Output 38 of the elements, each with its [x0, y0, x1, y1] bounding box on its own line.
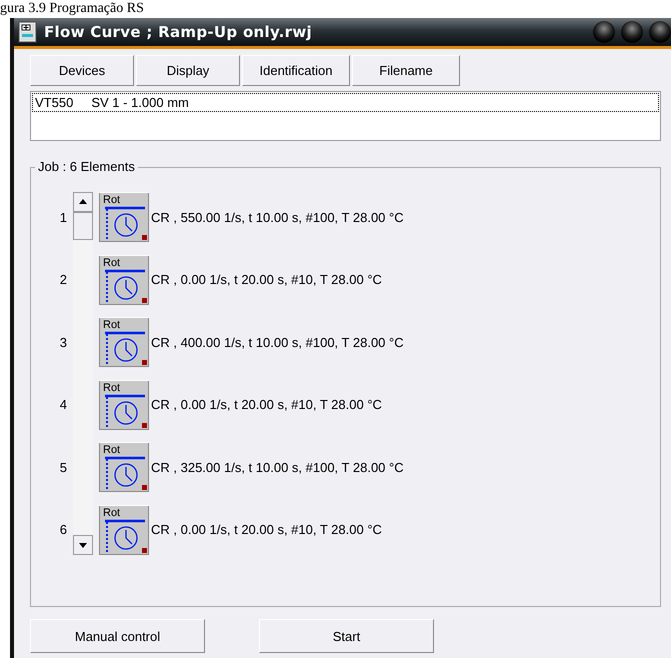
- element-description: CR , 0.00 1/s, t 20.00 s, #10, T 28.00 °C: [150, 397, 383, 412]
- window-control-button[interactable]: [649, 21, 671, 43]
- scrollbar[interactable]: [73, 192, 93, 554]
- element-description: CR , 400.00 1/s, t 10.00 s, #100, T 28.00 °C: [150, 334, 405, 350]
- element-number: 5: [58, 460, 68, 474]
- action-button[interactable]: Start: [259, 619, 434, 653]
- measuring-system: SV 1 - 1.000 mm: [91, 94, 189, 111]
- rotation-timer-icon[interactable]: Rot: [99, 380, 149, 430]
- scroll-down-button[interactable]: [73, 534, 93, 554]
- window-control-button[interactable]: [621, 21, 643, 43]
- window-title: Flow Curve ; Ramp-Up only.rwj: [44, 23, 312, 41]
- rotation-timer-icon[interactable]: Rot: [99, 192, 149, 242]
- group-title: Job : 6 Elements: [35, 159, 138, 174]
- device-name: VT550: [35, 94, 74, 111]
- element-description: CR , 550.00 1/s, t 10.00 s, #100, T 28.00 °C: [150, 210, 405, 224]
- document-icon: [18, 21, 38, 43]
- element-number: 4: [58, 397, 68, 412]
- tab-button[interactable]: Identification: [242, 55, 350, 86]
- caption-text: gura 3.9 Programação RS: [0, 0, 145, 18]
- element-description: CR , 0.00 1/s, t 20.00 s, #10, T 28.00 °C: [150, 272, 383, 287]
- scroll-up-button[interactable]: [73, 192, 93, 212]
- tab-button[interactable]: Filename: [352, 55, 460, 86]
- element-number: 3: [58, 334, 68, 350]
- element-number: 2: [58, 272, 68, 287]
- window-control-button[interactable]: [593, 21, 615, 43]
- scroll-thumb[interactable]: [73, 212, 93, 240]
- action-button[interactable]: Manual control: [30, 619, 205, 653]
- rotation-timer-icon[interactable]: Rot: [99, 317, 149, 367]
- element-description: CR , 325.00 1/s, t 10.00 s, #100, T 28.00 °C: [150, 460, 405, 474]
- rotation-timer-icon[interactable]: Rot: [99, 504, 149, 554]
- rotation-timer-icon[interactable]: Rot: [99, 254, 149, 304]
- tab-button[interactable]: Display: [136, 55, 240, 86]
- element-number: 1: [58, 210, 68, 224]
- element-description: CR , 0.00 1/s, t 20.00 s, #10, T 28.00 °C: [150, 522, 383, 537]
- tab-button[interactable]: Devices: [30, 55, 134, 86]
- rotation-timer-icon[interactable]: Rot: [99, 442, 149, 492]
- device-list[interactable]: VT550 SV 1 - 1.000 mm: [30, 91, 661, 141]
- element-number: 6: [58, 522, 68, 537]
